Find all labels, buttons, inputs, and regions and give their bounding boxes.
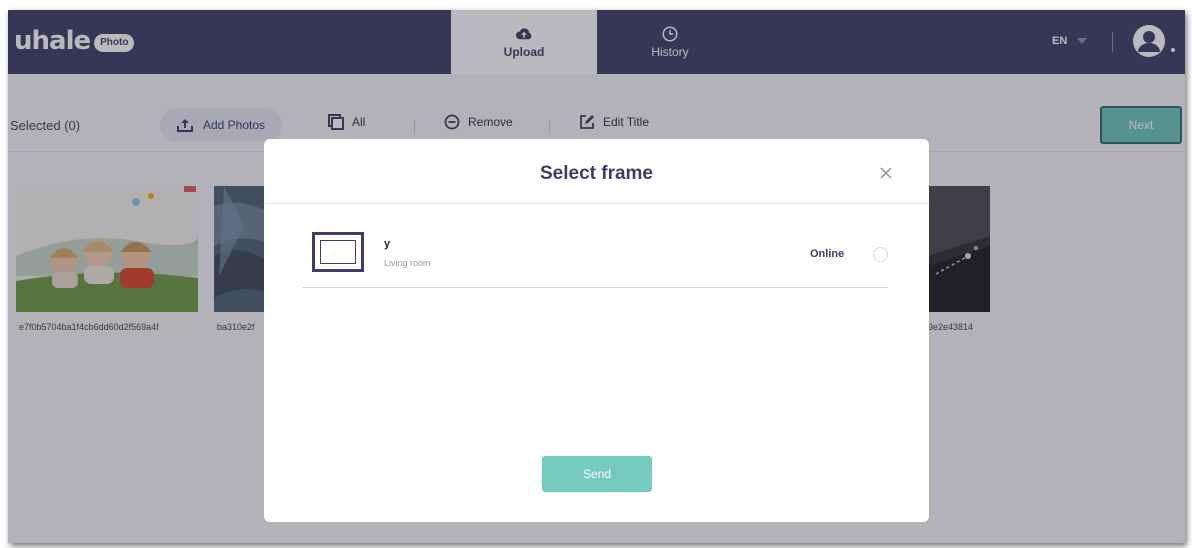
dialog-title: Select frame bbox=[539, 163, 653, 184]
send-button[interactable]: Send bbox=[542, 456, 652, 492]
frame-list-item[interactable]: y Living room Online bbox=[302, 221, 888, 289]
frame-select-radio[interactable] bbox=[873, 247, 888, 262]
photo-frame-icon bbox=[312, 232, 364, 272]
frame-icon-inner bbox=[320, 240, 356, 264]
select-frame-dialog: Select frame y Living room Online Send bbox=[264, 139, 929, 522]
frame-room: Living room bbox=[384, 258, 431, 268]
frame-status: Online bbox=[810, 248, 845, 260]
close-icon[interactable] bbox=[878, 165, 894, 181]
dialog-header-divider bbox=[264, 203, 929, 204]
frame-name: y bbox=[384, 238, 391, 250]
frame-row-divider bbox=[302, 287, 888, 288]
app-window: uhale Photo Upload History EN Selected (… bbox=[8, 10, 1185, 543]
